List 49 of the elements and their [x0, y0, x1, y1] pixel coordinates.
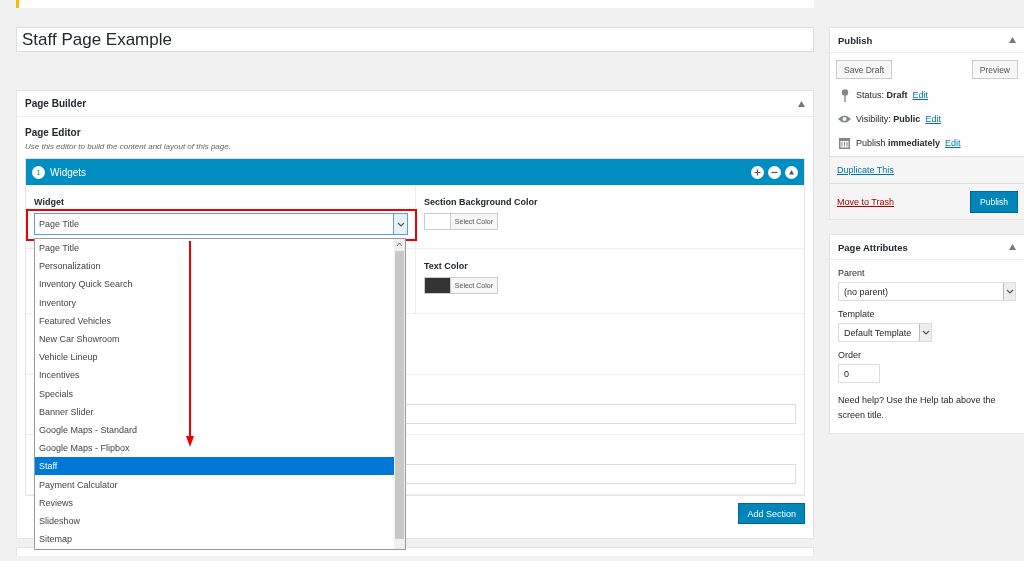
dropdown-option[interactable]: Featured Vehicles: [35, 311, 394, 330]
dropdown-option[interactable]: Incentives: [35, 366, 394, 385]
dropdown-option[interactable]: Inventory: [35, 293, 394, 312]
dropdown-option[interactable]: Staff: [35, 457, 394, 476]
dropdown-option[interactable]: Banner Slider: [35, 402, 394, 421]
widget-select[interactable]: Page Title: [34, 213, 408, 235]
parent-select[interactable]: (no parent): [838, 282, 1016, 301]
trash-link[interactable]: Move to Trash: [837, 196, 895, 207]
field-label: Section Background Color: [424, 197, 539, 207]
help-text: Need help? Use the Help tab above the screen title.: [838, 394, 997, 422]
panel-title: Page Attributes: [838, 241, 908, 253]
dropdown-option[interactable]: New Car Showroom: [35, 329, 394, 349]
field-label: Order: [838, 350, 862, 360]
panel-title: Page Builder: [25, 98, 87, 109]
section-title: Widgets: [50, 166, 88, 178]
field-label: Widget: [34, 197, 65, 207]
field-label: Template: [838, 309, 876, 319]
duplicate-link[interactable]: Duplicate This: [837, 165, 894, 175]
editor-label: Page Editor: [25, 127, 82, 138]
dropdown-option[interactable]: Google Maps - Standard: [35, 420, 394, 440]
status-text: Publish immediately: [856, 138, 941, 148]
dropdown-option[interactable]: Personalization: [35, 257, 394, 276]
edit-link[interactable]: Edit: [925, 114, 941, 124]
order-field[interactable]: 0: [838, 364, 880, 383]
field-label: Parent: [838, 268, 866, 278]
status-text: Visibility: Public: [856, 114, 921, 124]
edit-link[interactable]: Edit: [945, 138, 961, 148]
dropdown-option[interactable]: Page Title: [35, 239, 394, 258]
dropdown-option[interactable]: Slideshow: [35, 511, 394, 530]
dropdown-option[interactable]: Inventory Quick Search: [35, 275, 394, 294]
preview-button[interactable]: Preview: [971, 60, 1018, 79]
save-draft-button[interactable]: Save Draft: [836, 60, 893, 79]
field-label: Text Color: [424, 261, 469, 271]
publish-button[interactable]: Publish: [970, 190, 1018, 213]
status-text: Status: Draft: [856, 90, 908, 100]
section-number: 1: [32, 165, 45, 179]
dropdown-option[interactable]: Google Maps - Flipbox: [35, 439, 394, 458]
title-field[interactable]: Staff Page Example: [16, 27, 814, 52]
dropdown-option[interactable]: Reviews: [35, 493, 394, 512]
template-select[interactable]: Default Template: [838, 323, 932, 342]
editor-hint: Use this editor to build the content and layout of this page.: [25, 142, 232, 151]
edit-link[interactable]: Edit: [912, 90, 929, 100]
dropdown-option[interactable]: Sitemap: [35, 530, 394, 549]
add-section-button[interactable]: Add Section: [738, 503, 805, 524]
dropdown-option[interactable]: Vehicle Lineup: [35, 348, 394, 367]
dropdown-option[interactable]: Payment Calculator: [35, 475, 394, 494]
section-header[interactable]: 1 Widgets: [26, 159, 804, 185]
panel-title: Publish: [838, 34, 873, 46]
dropdown-option[interactable]: Specials: [35, 384, 394, 403]
